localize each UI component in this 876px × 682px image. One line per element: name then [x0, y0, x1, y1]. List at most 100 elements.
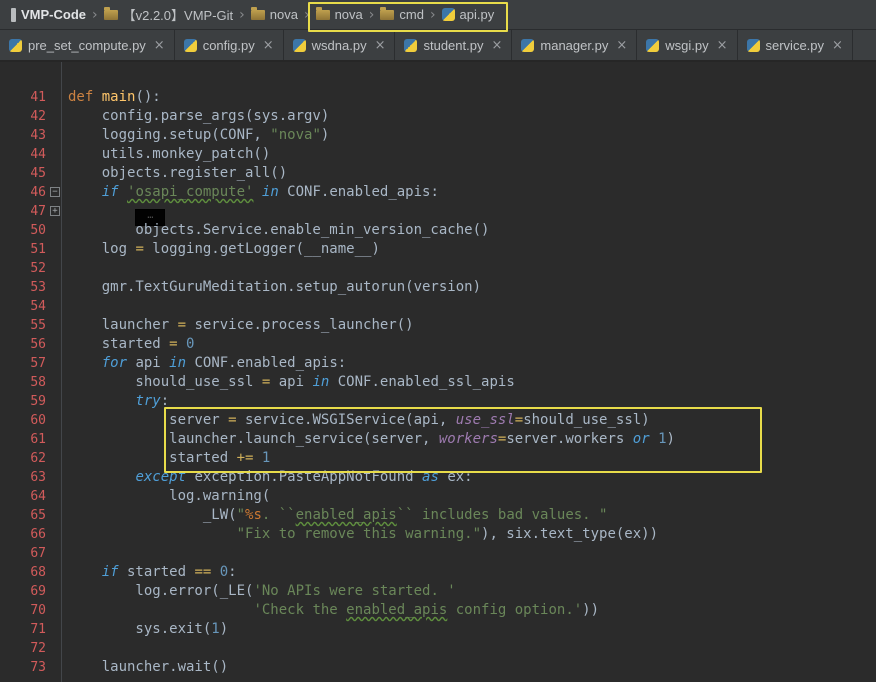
code-line: 63 except exception.PasteAppNotFound as …	[0, 468, 876, 487]
code-text[interactable]	[62, 544, 68, 563]
code-text[interactable]: utils.monkey_patch()	[62, 145, 270, 164]
close-tab-icon[interactable]: ×	[832, 38, 843, 53]
code-text[interactable]: 'Check the enabled_apis config option.')…	[62, 601, 599, 620]
breadcrumb-label: nova	[335, 7, 363, 22]
code-text[interactable]: "Fix to remove this warning."), six.text…	[62, 525, 658, 544]
line-number[interactable]: 58	[0, 373, 62, 392]
code-editor[interactable]: 41def main():42 config.parse_args(sys.ar…	[0, 62, 876, 682]
code-text[interactable]	[62, 297, 68, 316]
breadcrumb-label: VMP-Code	[21, 7, 86, 22]
code-token: =	[515, 412, 523, 428]
line-number[interactable]: 60	[0, 411, 62, 430]
code-text[interactable]: if started == 0:	[62, 563, 237, 582]
line-number[interactable]: 62	[0, 449, 62, 468]
line-number[interactable]: 45	[0, 164, 62, 183]
tab-student.py[interactable]: student.py×	[395, 30, 512, 60]
line-number[interactable]: 41	[0, 88, 62, 107]
code-text[interactable]: log.warning(	[62, 487, 270, 506]
line-number[interactable]: 59	[0, 392, 62, 411]
code-text[interactable]: started = 0	[62, 335, 194, 354]
code-line: 57 for api in CONF.enabled_apis:	[0, 354, 876, 373]
code-token: main	[102, 89, 136, 105]
tab-manager.py[interactable]: manager.py×	[512, 30, 637, 60]
breadcrumb-item-v2.2.0VMP-Git[interactable]: 【v2.2.0】VMP-Git	[101, 3, 237, 26]
code-text[interactable]: log = logging.getLogger(__name__)	[62, 240, 380, 259]
code-text[interactable]: except exception.PasteAppNotFound as ex:	[62, 468, 473, 487]
breadcrumb-item-nova[interactable]: nova	[313, 5, 366, 24]
line-number[interactable]: 51	[0, 240, 62, 259]
line-number[interactable]: 72	[0, 639, 62, 658]
code-token: "	[237, 507, 245, 523]
code-text[interactable]	[62, 202, 165, 221]
python-file-icon	[184, 39, 197, 52]
code-token: config.parse_args(sys.argv)	[68, 108, 329, 124]
line-number[interactable]: 65	[0, 506, 62, 525]
line-number[interactable]: 52	[0, 259, 62, 278]
breadcrumb-label: 【v2.2.0】VMP-Git	[123, 5, 234, 24]
code-text[interactable]: gmr.TextGuruMeditation.setup_autorun(ver…	[62, 278, 481, 297]
line-number[interactable]: 64	[0, 487, 62, 506]
breadcrumb-item-VMP-Code[interactable]: VMP-Code	[8, 5, 89, 24]
line-number[interactable]: 69	[0, 582, 62, 601]
line-number[interactable]: 54	[0, 297, 62, 316]
breadcrumb-item-api.py[interactable]: api.py	[439, 5, 498, 24]
code-token: . ``	[262, 507, 296, 523]
line-number[interactable]: 68	[0, 563, 62, 582]
tab-config.py[interactable]: config.py×	[175, 30, 284, 60]
line-number[interactable]: 63	[0, 468, 62, 487]
tab-wsdna.py[interactable]: wsdna.py×	[284, 30, 396, 60]
close-tab-icon[interactable]: ×	[717, 38, 728, 53]
code-text[interactable]: server = service.WSGIService(api, use_ss…	[62, 411, 650, 430]
code-text[interactable]: config.parse_args(sys.argv)	[62, 107, 329, 126]
code-text[interactable]: launcher = service.process_launcher()	[62, 316, 414, 335]
code-text[interactable]: log.error(_LE('No APIs were started. '	[62, 582, 456, 601]
code-text[interactable]: should_use_ssl = api in CONF.enabled_ssl…	[62, 373, 515, 392]
code-text[interactable]: if 'osapi_compute' in CONF.enabled_apis:	[62, 183, 439, 202]
code-text[interactable]	[62, 259, 68, 278]
code-text[interactable]: started += 1	[62, 449, 270, 468]
code-token	[68, 184, 102, 200]
line-number[interactable]: 61	[0, 430, 62, 449]
close-tab-icon[interactable]: ×	[616, 38, 627, 53]
line-number[interactable]: 43	[0, 126, 62, 145]
breadcrumb-item-nova[interactable]: nova	[248, 5, 301, 24]
code-token: sys.exit(	[68, 621, 211, 637]
fold-collapse-icon[interactable]: −	[50, 187, 60, 197]
line-number[interactable]: 53	[0, 278, 62, 297]
line-number[interactable]: 44	[0, 145, 62, 164]
code-text[interactable]: logging.setup(CONF, "nova")	[62, 126, 329, 145]
code-text[interactable]: objects.Service.enable_min_version_cache…	[62, 221, 489, 240]
line-number[interactable]: 73	[0, 658, 62, 677]
tab-pre_set_compute.py[interactable]: pre_set_compute.py×	[0, 30, 175, 60]
code-text[interactable]	[62, 639, 68, 658]
line-number[interactable]: 66	[0, 525, 62, 544]
code-text[interactable]: sys.exit(1)	[62, 620, 228, 639]
code-text[interactable]: for api in CONF.enabled_apis:	[62, 354, 346, 373]
code-text[interactable]: launcher.launch_service(server, workers=…	[62, 430, 675, 449]
code-text[interactable]: _LW("%s. ``enabled_apis`` includes bad v…	[62, 506, 607, 525]
line-number[interactable]: 57	[0, 354, 62, 373]
line-number[interactable]: 71	[0, 620, 62, 639]
tab-service.py[interactable]: service.py×	[738, 30, 853, 60]
code-token: ():	[135, 89, 160, 105]
line-number[interactable]: 70	[0, 601, 62, 620]
line-number[interactable]: 56	[0, 335, 62, 354]
close-tab-icon[interactable]: ×	[491, 38, 502, 53]
code-text[interactable]: objects.register_all()	[62, 164, 287, 183]
line-number[interactable]: 46−	[0, 183, 62, 202]
line-number[interactable]: 47+	[0, 202, 62, 221]
line-number[interactable]: 50	[0, 221, 62, 240]
code-text[interactable]: launcher.wait()	[62, 658, 228, 677]
line-number[interactable]: 67	[0, 544, 62, 563]
code-text[interactable]: try:	[62, 392, 169, 411]
close-tab-icon[interactable]: ×	[375, 38, 386, 53]
code-token: started	[68, 336, 169, 352]
line-number[interactable]: 55	[0, 316, 62, 335]
breadcrumb-item-cmd[interactable]: cmd	[377, 5, 427, 24]
fold-expand-icon[interactable]: +	[50, 206, 60, 216]
tab-wsgi.py[interactable]: wsgi.py×	[637, 30, 737, 60]
code-text[interactable]: def main():	[62, 88, 161, 107]
line-number[interactable]: 42	[0, 107, 62, 126]
close-tab-icon[interactable]: ×	[154, 38, 165, 53]
close-tab-icon[interactable]: ×	[263, 38, 274, 53]
